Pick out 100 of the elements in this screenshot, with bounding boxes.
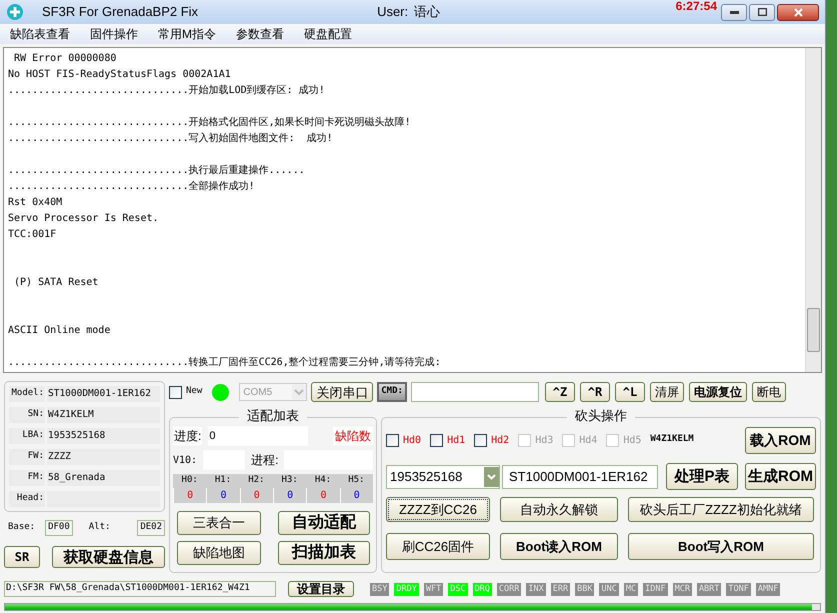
group-title: 适配加表 bbox=[239, 409, 307, 422]
log-line: ..............................执行最后重建操作...... bbox=[8, 164, 305, 178]
adapt-button[interactable]: 三表合一 bbox=[177, 510, 261, 534]
maximize-icon bbox=[758, 8, 766, 16]
close-port-button[interactable]: 关闭串口 bbox=[311, 382, 374, 402]
log-line: ..............................写入初始固件地图文件: 成功! bbox=[8, 132, 333, 146]
new-label: New bbox=[186, 385, 202, 398]
info-value: ZZZZ bbox=[47, 449, 160, 465]
checkbox[interactable] bbox=[474, 434, 488, 446]
adapt-button[interactable]: 自动适配 bbox=[278, 510, 370, 534]
checkbox[interactable] bbox=[169, 386, 182, 398]
model-field: ST1000DM001-1ER162 bbox=[502, 464, 658, 488]
maximize-button[interactable] bbox=[749, 4, 775, 20]
minimize-button[interactable] bbox=[721, 4, 747, 20]
get-info-button[interactable]: 获取硬盘信息 bbox=[52, 546, 165, 568]
command-button[interactable]: 断电 bbox=[752, 382, 786, 402]
path-field: D:\SF3R FW\58_Grenada\ST1000DM001-1ER162_W4Z1 bbox=[4, 581, 276, 597]
menu-item[interactable]: 硬盘配置 bbox=[304, 25, 352, 43]
status-flag: TONF bbox=[726, 582, 751, 596]
defect-count-label: 缺陷数 bbox=[333, 427, 373, 445]
clock: 6:27:54 bbox=[676, 0, 717, 12]
head-count: 0 bbox=[272, 488, 306, 502]
status-flag: MCR bbox=[672, 582, 692, 596]
head-label: H4: bbox=[314, 474, 332, 487]
cmd-label: CMD: bbox=[377, 382, 407, 402]
progress-label: 进度: bbox=[173, 427, 202, 445]
base-value: DF00 bbox=[45, 520, 73, 536]
scrollbar-thumb[interactable] bbox=[807, 308, 820, 352]
log-line: ..............................转换工厂固件至CC26,整个过程需要三分钟,请等待完成: bbox=[8, 356, 441, 370]
log-line: RW Error 00000080 bbox=[13, 52, 116, 66]
serial-number: W4Z1KELM bbox=[650, 433, 694, 446]
boot-read-rom-button[interactable]: Boot读入ROM bbox=[500, 533, 618, 560]
generate-rom-button[interactable]: 生成ROM bbox=[745, 463, 816, 490]
close-button[interactable] bbox=[777, 4, 819, 20]
flash-cc26-button[interactable]: 刷CC26固件 bbox=[386, 533, 490, 560]
info-value: 58_Grenada bbox=[47, 470, 160, 486]
status-flag: WFT bbox=[424, 582, 444, 596]
status-flag: UNC bbox=[599, 582, 619, 596]
menu-item[interactable]: 缺陷表查看 bbox=[10, 25, 70, 43]
head-checkbox-label: Hd3 bbox=[535, 434, 554, 448]
boot-write-rom-button[interactable]: Boot写入ROM bbox=[628, 533, 814, 560]
factory-init-button[interactable]: 砍头后工厂ZZZZ初始化就绪 bbox=[628, 497, 814, 522]
info-label: LBA: bbox=[9, 428, 45, 444]
status-flag: ERR bbox=[550, 582, 570, 596]
head-count: 0 bbox=[340, 488, 373, 502]
checkbox[interactable] bbox=[386, 434, 399, 446]
status-flag: BSY bbox=[370, 582, 390, 596]
set-directory-button[interactable]: 设置目录 bbox=[288, 581, 354, 597]
info-label: Model: bbox=[9, 386, 45, 402]
app-logo-icon bbox=[7, 4, 23, 20]
log-line: ..............................开始加载LOD到缓存区: 成功! bbox=[8, 84, 325, 98]
head-label: H1: bbox=[214, 474, 232, 487]
menu-item[interactable]: 参数查看 bbox=[236, 25, 284, 43]
menu-item[interactable]: 固件操作 bbox=[90, 25, 138, 43]
info-label: FM: bbox=[9, 470, 45, 486]
user-name: 语心 bbox=[414, 3, 440, 22]
head-checkbox-label: Hd0 bbox=[403, 434, 422, 448]
process-label: 进程: bbox=[251, 452, 278, 469]
status-flag: MC bbox=[624, 582, 638, 596]
user-label: User: bbox=[377, 3, 408, 22]
status-flag: IDNF bbox=[643, 582, 668, 596]
alt-value: DE02 bbox=[137, 520, 165, 536]
command-button[interactable]: 清屏 bbox=[650, 382, 684, 402]
chevron-down-icon bbox=[292, 385, 306, 399]
log-line: ..............................全部操作成功! bbox=[8, 180, 255, 194]
log-line: TCC:001F bbox=[8, 228, 56, 242]
process-p-table-button[interactable]: 处理P表 bbox=[666, 463, 738, 490]
log-line: (P) SATA Reset bbox=[13, 276, 98, 290]
head-checkbox-label: Hd1 bbox=[447, 434, 466, 448]
status-flag: CORR bbox=[496, 582, 522, 596]
head-count: 0 bbox=[306, 488, 340, 502]
log-line: ..............................开始格式化固件区,如果长时间卡死说明磁头故障! bbox=[8, 116, 411, 130]
head-count: 0 bbox=[206, 488, 240, 502]
menu-item[interactable]: 常用M指令 bbox=[158, 25, 216, 43]
lba-select[interactable]: 1953525168 bbox=[386, 464, 500, 488]
base-label: Base: bbox=[8, 521, 36, 534]
command-button[interactable]: ^R bbox=[580, 382, 610, 402]
head-label: H2: bbox=[247, 474, 266, 487]
auto-unlock-button[interactable]: 自动永久解锁 bbox=[500, 497, 618, 522]
command-button[interactable]: 电源复位 bbox=[688, 382, 747, 402]
log-line: ASCII Online mode bbox=[8, 324, 110, 338]
info-value: ST1000DM001-1ER162 bbox=[47, 386, 160, 402]
adapt-button[interactable]: 缺陷地图 bbox=[177, 540, 261, 564]
zzzz-to-cc26-button[interactable]: ZZZZ到CC26 bbox=[386, 497, 490, 522]
log-line: No HOST FIS-ReadyStatusFlags 0002A1A1 bbox=[8, 68, 231, 82]
info-label: Head: bbox=[9, 491, 45, 507]
head-label: H3: bbox=[280, 474, 299, 487]
sr-button[interactable]: SR bbox=[4, 546, 40, 568]
status-flag: DRQ bbox=[472, 582, 492, 596]
command-button[interactable]: ^L bbox=[614, 382, 645, 402]
v10-label: V10: bbox=[173, 454, 198, 468]
window-title: SF3R For GrenadaBP2 Fix bbox=[42, 3, 198, 22]
info-value: W4Z1KELM bbox=[47, 407, 160, 423]
load-rom-button[interactable]: 载入ROM bbox=[745, 426, 816, 454]
checkbox[interactable] bbox=[430, 434, 444, 446]
command-button[interactable]: ^Z bbox=[544, 382, 575, 402]
adapt-button[interactable]: 扫描加表 bbox=[278, 540, 370, 564]
scrollbar[interactable] bbox=[805, 48, 821, 372]
minimize-icon bbox=[730, 10, 738, 14]
cmd-input[interactable] bbox=[410, 382, 539, 402]
